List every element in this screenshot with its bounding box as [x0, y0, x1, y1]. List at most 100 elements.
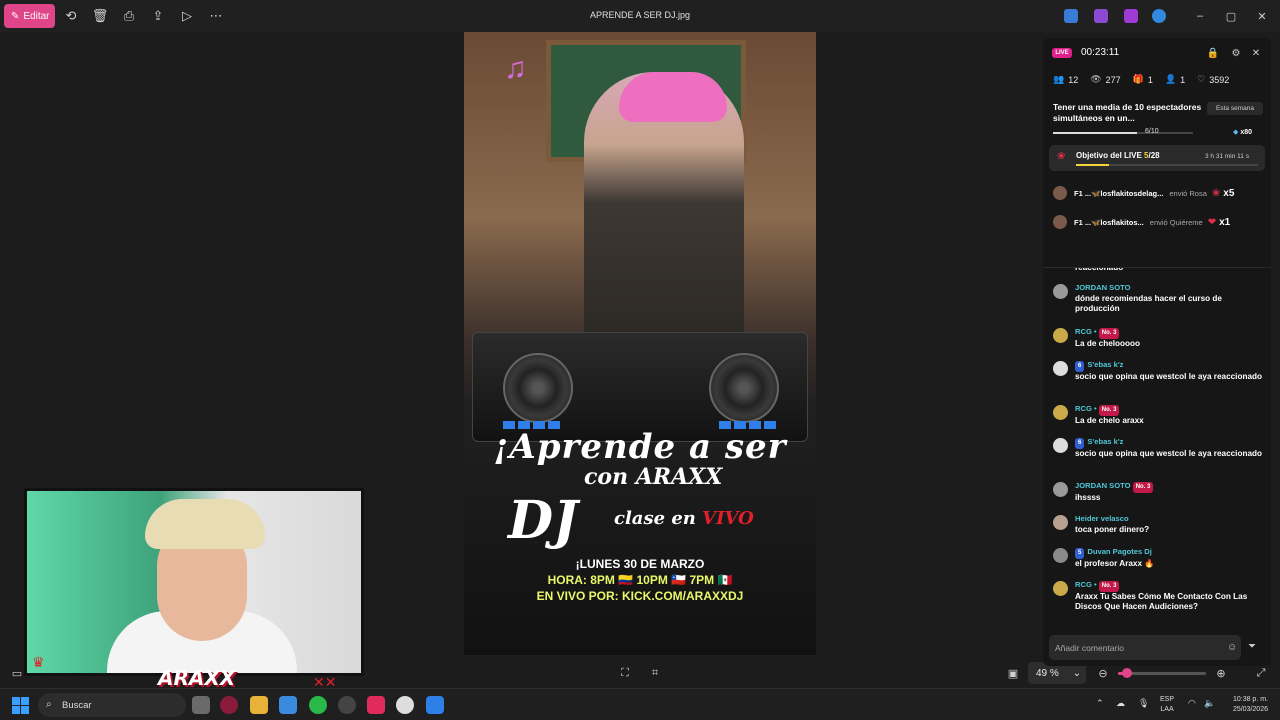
music-note-icon: ♫: [504, 52, 527, 85]
crop-icon[interactable]: ⛶: [618, 666, 632, 680]
maximize-icon[interactable]: ▢: [1223, 8, 1239, 24]
media-player-icon[interactable]: [396, 696, 414, 714]
tiktok-live-icon[interactable]: [367, 696, 385, 714]
chat-message: RCG • No. 3 La de chelooooo: [1053, 327, 1267, 349]
chat-username[interactable]: Duvan Pagotes Dj: [1087, 547, 1152, 556]
stat-views[interactable]: 👁 277: [1090, 74, 1120, 85]
stat-likes[interactable]: ♡ 3592: [1197, 74, 1229, 85]
file-title: APRENDE A SER DJ.jpg: [589, 10, 691, 20]
taskbar-search[interactable]: Buscar: [38, 693, 186, 717]
gift-user[interactable]: F1 ...🦋losflakitos...: [1074, 218, 1144, 227]
task-view-icon[interactable]: [192, 696, 210, 714]
chat-username[interactable]: Heider velasco: [1075, 514, 1267, 525]
chevron-down-icon: ⌄: [1072, 667, 1082, 679]
edit-button[interactable]: ✎ Editar: [4, 4, 55, 28]
poster-time: HORA: 8PM 🇨🇴 10PM 🇨🇱 7PM 🇲🇽: [547, 573, 733, 587]
clock[interactable]: 10:38 p. m. 25/03/2026: [1222, 695, 1268, 715]
weekly-goal-text[interactable]: Tener una media de 10 espectadores simul…: [1053, 102, 1203, 124]
clock-time: 10:38 p. m.: [1232, 696, 1268, 703]
app-icon-3[interactable]: [1124, 9, 1138, 23]
filmstrip-icon[interactable]: ▭: [10, 666, 24, 680]
share-icon[interactable]: ⇪: [149, 7, 167, 25]
photos-icon[interactable]: [426, 696, 444, 714]
avatar[interactable]: [1053, 328, 1068, 343]
microphone-icon[interactable]: 🎙: [1138, 698, 1149, 709]
stat-follows[interactable]: 👤 1: [1165, 74, 1185, 85]
delete-icon[interactable]: 🗑: [91, 7, 109, 25]
close-icon[interactable]: ✕: [1249, 46, 1263, 60]
slideshow-icon[interactable]: ▷: [178, 7, 196, 25]
avatar[interactable]: [1053, 284, 1068, 299]
app-icon-2[interactable]: [1094, 9, 1108, 23]
avatar[interactable]: [1053, 215, 1067, 229]
more-options-icon[interactable]: ⋯: [207, 7, 225, 25]
live-badge: LIVE: [1052, 48, 1072, 58]
avatar[interactable]: [1053, 438, 1068, 453]
zoom-slider-thumb[interactable]: [1121, 668, 1132, 678]
avatar[interactable]: [1053, 186, 1067, 200]
start-button[interactable]: [12, 697, 29, 714]
avatar[interactable]: [1053, 482, 1068, 497]
zoom-slider[interactable]: [1118, 668, 1206, 678]
app-icon-red[interactable]: [220, 696, 238, 714]
gift-user[interactable]: F1 ...🦋losflakitosdelag...: [1074, 189, 1163, 198]
scan-text-icon[interactable]: ⌗: [648, 666, 662, 680]
jog-wheel-left: [503, 353, 573, 423]
comment-input[interactable]: Añadir comentario: [1049, 635, 1241, 660]
zoom-in-icon[interactable]: ⊕: [1214, 666, 1228, 680]
chat-username[interactable]: RCG •: [1075, 404, 1097, 413]
file-explorer-icon[interactable]: [250, 696, 268, 714]
chat-username[interactable]: RCG •: [1075, 580, 1097, 589]
minimize-icon[interactable]: –: [1192, 8, 1208, 24]
chat-username-line: RCG • No. 3: [1075, 580, 1267, 592]
chat-message: RCG • No. 3 Araxx Tu Sabes Cómo Me Conta…: [1053, 580, 1267, 613]
rotate-icon[interactable]: ⟲: [62, 7, 80, 25]
whatsapp-icon[interactable]: [309, 696, 327, 714]
weekly-goal-fill: [1053, 132, 1137, 134]
zoom-out-icon[interactable]: ⊖: [1096, 666, 1110, 680]
print-icon[interactable]: ⎙: [120, 7, 138, 25]
lock-icon[interactable]: 🔒: [1206, 46, 1220, 60]
rank-badge: No. 3: [1098, 405, 1120, 416]
emoji-icon[interactable]: ☺: [1227, 642, 1239, 654]
language-indicator[interactable]: ESP LAA: [1160, 695, 1174, 715]
chat-username[interactable]: JORDAN SOTO: [1075, 283, 1267, 294]
avatar[interactable]: [1053, 581, 1068, 596]
avatar[interactable]: [1053, 405, 1068, 420]
jog-wheel-right: [709, 353, 779, 423]
network-tray-icon[interactable]: ☁: [1116, 698, 1125, 709]
chat-username[interactable]: S'ebas k'z: [1087, 360, 1123, 369]
obs-icon[interactable]: [338, 696, 356, 714]
gear-icon[interactable]: ⚙: [1229, 46, 1243, 60]
webcam-overlay: [24, 488, 364, 676]
fit-screen-icon[interactable]: ▣: [1006, 666, 1020, 680]
wifi-icon[interactable]: ◠: [1188, 698, 1196, 709]
close-window-icon[interactable]: ✕: [1254, 8, 1270, 24]
objective-bar: [1076, 164, 1258, 166]
eye-icon: 👁: [1090, 74, 1102, 84]
live-objective-card[interactable]: ❀ Objetivo del LIVE 5/28 3 h 31 min 11 s: [1049, 145, 1265, 171]
chat-username-line: RCG • No. 3: [1075, 404, 1267, 416]
diamond-icon: ◆: [1233, 129, 1239, 136]
store-icon[interactable]: [279, 696, 297, 714]
chat-username[interactable]: JORDAN SOTO: [1075, 481, 1131, 490]
volume-icon[interactable]: 🔈: [1204, 698, 1215, 709]
chat-message: RCG • No. 3 La de chelo araxx: [1053, 404, 1267, 426]
chat-username[interactable]: S'ebas k'z: [1087, 437, 1123, 446]
avatar[interactable]: [1053, 515, 1068, 530]
stat-likes-value: 3592: [1209, 74, 1230, 85]
onedrive-icon[interactable]: [1152, 9, 1166, 23]
fullscreen-icon[interactable]: ⤢: [1254, 666, 1268, 680]
stat-gifts[interactable]: 🎁 1: [1133, 74, 1153, 85]
stat-viewers[interactable]: 👥 12: [1053, 74, 1078, 85]
chat-message-text: socio que opina que westcol le aya reacc…: [1075, 448, 1263, 458]
filter-icon[interactable]: ⏷: [1248, 641, 1260, 653]
clock-date: 25/03/2026: [1232, 706, 1268, 713]
chat-username[interactable]: RCG •: [1075, 327, 1097, 336]
app-icon-1[interactable]: [1064, 9, 1078, 23]
chevron-up-icon[interactable]: ⌃: [1096, 698, 1104, 709]
avatar[interactable]: [1053, 361, 1068, 376]
avatar[interactable]: [1053, 548, 1068, 563]
chat-list[interactable]: reaccionado JORDAN SOTO dónde recomienda…: [1043, 268, 1271, 630]
poster-live-text: VIVO: [702, 508, 754, 529]
